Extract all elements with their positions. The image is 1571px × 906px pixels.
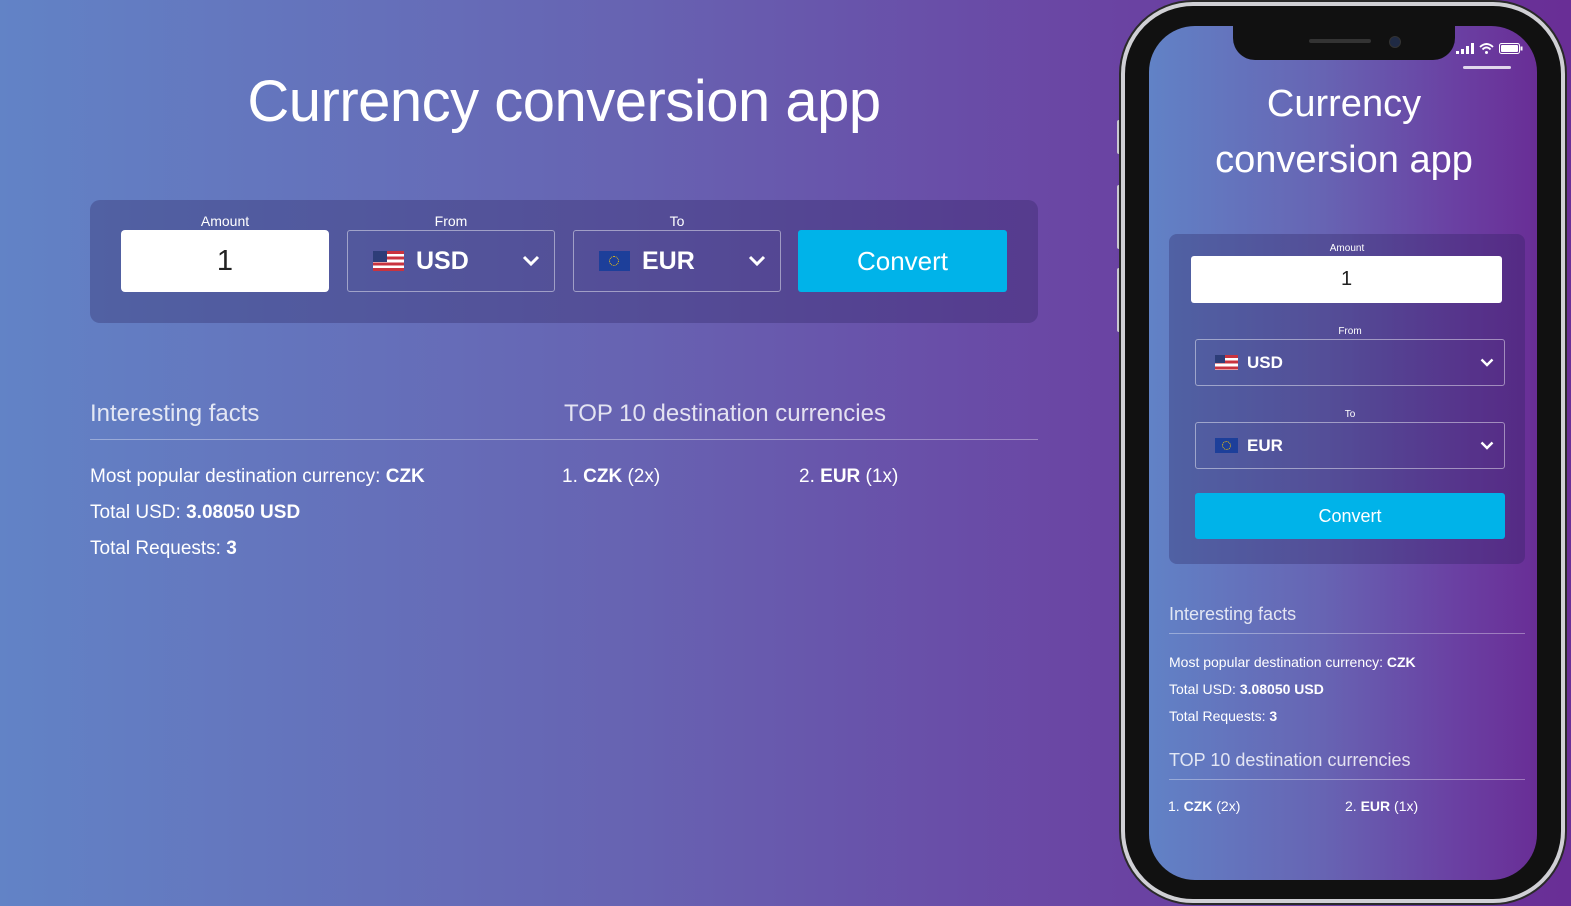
top10-count: (1x) <box>865 466 899 487</box>
phone-screen: Currency conversion app Amount From USD … <box>1149 26 1537 880</box>
top10-rank: 1. <box>1168 798 1180 814</box>
camera-icon <box>1389 36 1401 48</box>
fact-value: 3.08050 USD <box>1239 681 1324 697</box>
converter-form: Amount From USD To EUR Convert <box>90 200 1038 323</box>
mobile-page-title: Currency conversion app <box>1215 83 1473 181</box>
mobile-from-currency-select[interactable]: USD <box>1195 339 1505 386</box>
eu-flag-icon <box>599 251 630 271</box>
mobile-fact-total-requests: Total Requests: 3 <box>1169 708 1277 724</box>
fact-total-usd: Total USD: 3.08050 USD <box>90 502 300 524</box>
top10-rank: 2. <box>1345 798 1357 814</box>
fact-value: CZK <box>385 466 425 487</box>
fact-label: Most popular destination currency: <box>1169 654 1387 670</box>
us-flag-icon <box>373 251 404 271</box>
eu-flag-icon <box>1215 438 1238 453</box>
interesting-facts-heading: Interesting facts <box>90 400 260 427</box>
top10-item: 1. CZK (2x) <box>562 466 660 488</box>
mobile-fact-popular-currency: Most popular destination currency: CZK <box>1169 654 1416 670</box>
fact-total-requests: Total Requests: 3 <box>90 538 237 560</box>
page-title: Currency conversion app <box>247 69 881 134</box>
fact-label: Total USD: <box>90 502 187 523</box>
fact-label: Total Requests: <box>90 538 227 559</box>
status-indicator <box>1463 66 1511 69</box>
mobile-interesting-facts-heading: Interesting facts <box>1169 604 1297 624</box>
top10-count: (2x) <box>1216 798 1241 814</box>
section-divider <box>1169 633 1525 634</box>
convert-button[interactable]: Convert <box>798 230 1007 292</box>
fact-value: 3 <box>226 538 237 559</box>
from-currency-select[interactable]: USD <box>347 230 555 292</box>
mobile-fact-total-usd: Total USD: 3.08050 USD <box>1169 681 1324 697</box>
chevron-down-icon <box>1480 441 1494 450</box>
wifi-icon <box>1479 43 1494 54</box>
top10-code: EUR <box>1360 798 1391 814</box>
fact-popular-currency: Most popular destination currency: CZK <box>90 466 425 488</box>
chevron-down-icon <box>522 255 540 267</box>
chevron-down-icon <box>748 255 766 267</box>
us-flag-icon <box>1215 355 1238 370</box>
to-currency-select[interactable]: EUR <box>573 230 781 292</box>
phone-frame: Currency conversion app Amount From USD … <box>1121 2 1565 903</box>
from-label: From <box>1338 326 1362 337</box>
section-divider <box>90 439 1038 440</box>
to-label: To <box>1344 409 1356 420</box>
speaker-grille <box>1309 39 1371 43</box>
top10-code: CZK <box>1183 798 1213 814</box>
top10-count: (1x) <box>1394 798 1419 814</box>
fact-value: 3.08050 USD <box>186 502 301 523</box>
mobile-amount-input[interactable] <box>1191 256 1502 303</box>
top10-code: CZK <box>583 466 623 487</box>
to-currency-value: EUR <box>1247 435 1283 455</box>
top10-rank: 1. <box>562 466 578 487</box>
battery-icon <box>1499 43 1523 54</box>
fact-label: Most popular destination currency: <box>90 466 386 487</box>
mobile-to-currency-select[interactable]: EUR <box>1195 422 1505 469</box>
top10-count: (2x) <box>627 466 661 487</box>
fact-value: CZK <box>1386 654 1416 670</box>
from-currency-value: USD <box>416 246 469 275</box>
to-currency-value: EUR <box>642 246 695 275</box>
signal-icon <box>1456 43 1474 54</box>
top10-item: 1. CZK (2x) <box>1168 798 1240 814</box>
top10-item: 2. EUR (1x) <box>1345 798 1418 814</box>
fact-label: Total USD: <box>1169 681 1240 697</box>
mobile-convert-button[interactable]: Convert <box>1195 493 1505 539</box>
amount-label: Amount <box>1329 243 1365 254</box>
top10-code: EUR <box>820 466 861 487</box>
to-field-group: To EUR <box>573 212 781 292</box>
amount-label: Amount <box>200 213 250 229</box>
mobile-converter-form: Amount From USD To EUR Convert <box>1169 234 1525 564</box>
top10-rank: 2. <box>799 466 815 487</box>
fact-value: 3 <box>1269 708 1278 724</box>
from-field-group: From USD <box>347 212 555 292</box>
to-label: To <box>669 213 685 229</box>
amount-input[interactable] <box>121 230 329 292</box>
fact-label: Total Requests: <box>1169 708 1270 724</box>
amount-field-group: Amount <box>121 212 329 292</box>
from-label: From <box>434 213 468 229</box>
top10-heading: TOP 10 destination currencies <box>564 400 886 427</box>
phone-notch <box>1233 26 1455 60</box>
top10-item: 2. EUR (1x) <box>799 466 898 488</box>
chevron-down-icon <box>1480 358 1494 367</box>
mobile-top10-heading: TOP 10 destination currencies <box>1169 750 1411 770</box>
from-currency-value: USD <box>1247 352 1283 372</box>
section-divider <box>1169 779 1525 780</box>
status-bar <box>1456 43 1523 54</box>
